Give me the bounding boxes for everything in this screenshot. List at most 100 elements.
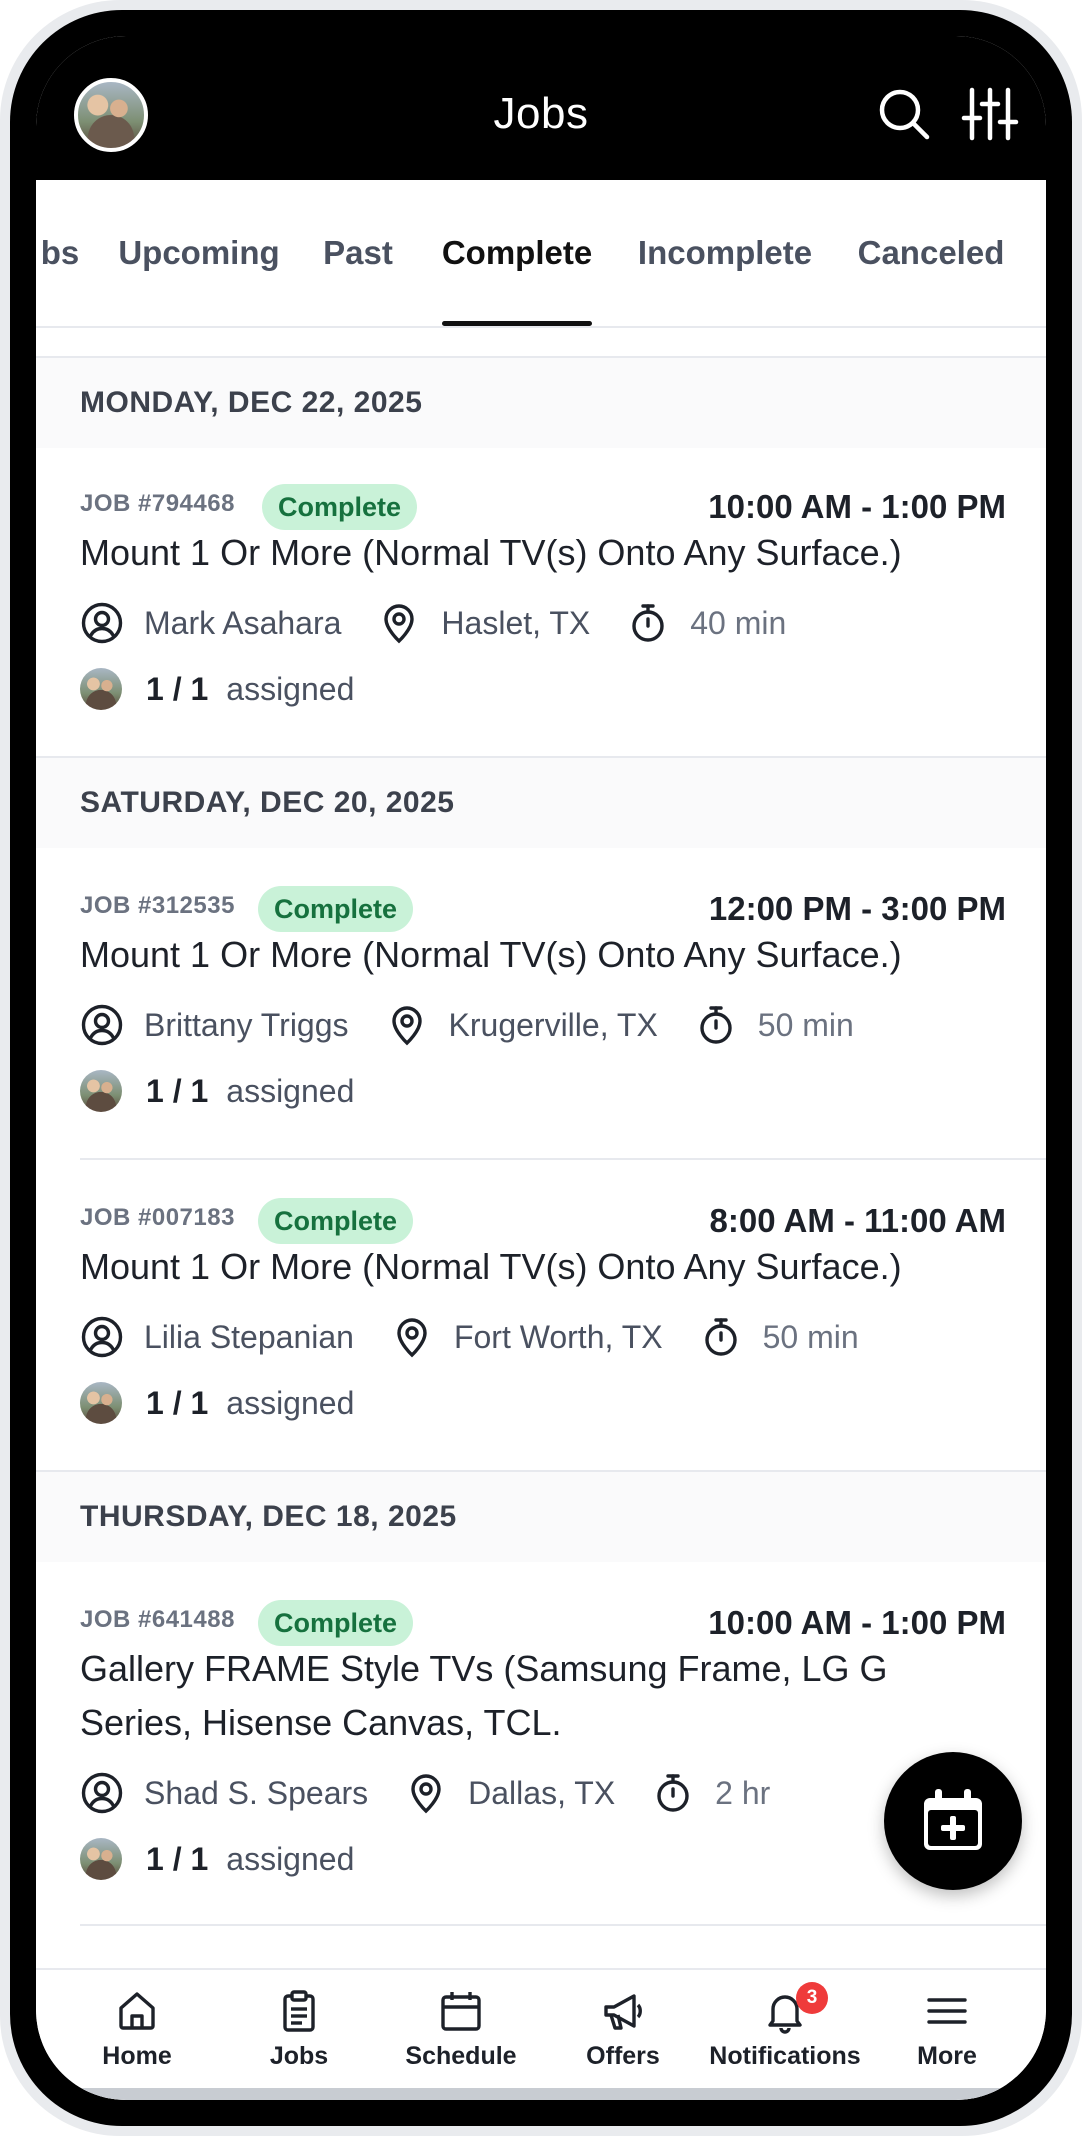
job-duration: 40 min	[690, 604, 787, 641]
tab-complete[interactable]: Complete	[442, 180, 592, 326]
menu-icon	[927, 1998, 967, 2024]
nav-schedule[interactable]: Schedule	[380, 1988, 542, 2088]
job-time: 10:00 AM - 1:00 PM	[708, 488, 1006, 525]
job-location: Krugerville, TX	[448, 1006, 658, 1043]
nav-offers[interactable]: Offers	[542, 1988, 704, 2088]
assigned-label: assigned	[226, 670, 355, 707]
divider	[80, 1924, 1046, 1926]
customer-name: Brittany Triggs	[144, 1006, 349, 1043]
user-circle-icon	[81, 602, 123, 644]
job-time: 12:00 PM - 3:00 PM	[708, 890, 1006, 927]
assignee-avatar	[80, 668, 122, 710]
job-time: 8:00 AM - 11:00 AM	[709, 1202, 1006, 1239]
job-location: Fort Worth, TX	[453, 1318, 663, 1355]
date-header: THURSDAY, DEC 18, 2025	[36, 1472, 1046, 1562]
date-header: SATURDAY, DEC 20, 2025	[36, 758, 1046, 848]
job-location: Dallas, TX	[468, 1774, 616, 1811]
assigned-count: 1 / 1	[146, 670, 209, 707]
tab-past[interactable]: Past	[323, 180, 393, 326]
assigned-row: 1 / 1 assigned	[80, 1378, 354, 1428]
assignee-avatar	[80, 1070, 122, 1112]
nav-label: Offers	[586, 2042, 660, 2070]
assigned-count: 1 / 1	[146, 1840, 209, 1877]
job-title: Mount 1 Or More (Normal TV(s) Onto Any S…	[80, 1246, 902, 1287]
location-pin-icon	[411, 1774, 441, 1814]
nav-jobs[interactable]: Jobs	[218, 1988, 380, 2088]
bottom-nav: Home Jobs Schedule Offers 3 Notification…	[36, 1968, 1046, 2100]
status-tabs: bs Upcoming Past Complete Incomplete Can…	[36, 180, 1046, 328]
status-badge: Complete	[258, 1198, 414, 1244]
date-header: MONDAY, DEC 22, 2025	[36, 358, 1046, 448]
assigned-count: 1 / 1	[146, 1072, 209, 1109]
status-badge: Complete	[258, 886, 414, 932]
app-screen: Jobs bs Upcoming Past Complete Incomplet…	[36, 36, 1046, 2100]
job-meta: Brittany Triggs Krugerville, TX 50 min	[80, 1000, 890, 1050]
job-meta: Shad S. Spears Dallas, TX 2 hr	[80, 1768, 806, 1818]
customer-name: Mark Asahara	[144, 604, 342, 641]
location-pin-icon	[391, 1006, 422, 1046]
job-title-line: Series, Hisense Canvas, TCL.	[80, 1702, 562, 1743]
sliders-icon[interactable]	[960, 84, 1020, 144]
megaphone-icon	[604, 1994, 642, 2030]
tab-incomplete[interactable]: Incomplete	[638, 180, 812, 326]
job-title: Gallery FRAME Style TVs (Samsung Frame, …	[80, 1642, 980, 1750]
job-card[interactable]: JOB #794468 Complete 10:00 AM - 1:00 PM …	[36, 448, 1046, 728]
customer-name: Lilia Stepanian	[144, 1318, 354, 1355]
calendar-plus-icon	[924, 1789, 982, 1850]
job-card[interactable]: JOB #312535 Complete 12:00 PM - 3:00 PM …	[36, 848, 1046, 1128]
customer-name: Shad S. Spears	[144, 1774, 369, 1811]
assigned-count: 1 / 1	[146, 1384, 209, 1421]
user-circle-icon	[81, 1772, 123, 1814]
user-circle-icon	[81, 1316, 123, 1358]
job-number: JOB #794468	[80, 490, 235, 517]
job-title-line: Gallery FRAME Style TVs (Samsung Frame, …	[80, 1648, 888, 1689]
assigned-label: assigned	[226, 1384, 355, 1421]
job-number: JOB #312535	[80, 892, 235, 919]
search-icon[interactable]	[874, 84, 934, 144]
job-title: Mount 1 Or More (Normal TV(s) Onto Any S…	[80, 934, 902, 975]
clipboard-icon	[283, 1990, 315, 2032]
nav-label: More	[917, 2042, 977, 2070]
job-number: JOB #641488	[80, 1606, 235, 1633]
job-duration: 50 min	[762, 1318, 859, 1355]
assigned-label: assigned	[226, 1840, 355, 1877]
job-number: JOB #007183	[80, 1204, 235, 1231]
stopwatch-icon	[632, 604, 664, 642]
assignee-avatar	[80, 1838, 122, 1880]
tab-upcoming[interactable]: Upcoming	[118, 180, 279, 326]
nav-label: Home	[102, 2042, 172, 2070]
nav-more[interactable]: More	[866, 1988, 1028, 2088]
home-indicator	[36, 2088, 1046, 2100]
add-job-button[interactable]	[884, 1752, 1022, 1890]
stopwatch-icon	[704, 1318, 737, 1356]
job-list: MONDAY, DEC 22, 2025 JOB #794468 Complet…	[36, 328, 1046, 1968]
notification-count-badge: 3	[796, 1982, 828, 2014]
nav-label: Jobs	[269, 2042, 329, 2070]
tab-canceled[interactable]: Canceled	[856, 180, 1006, 326]
status-badge: Complete	[258, 1600, 414, 1646]
app-header: Jobs	[36, 36, 1046, 180]
job-duration: 2 hr	[715, 1774, 771, 1811]
tab-jobs[interactable]: bs	[36, 180, 88, 326]
nav-notifications[interactable]: 3 Notifications	[704, 1982, 866, 2088]
nav-label: Schedule	[405, 2042, 517, 2070]
job-time: 10:00 AM - 1:00 PM	[708, 1604, 1006, 1641]
assigned-label: assigned	[226, 1072, 355, 1109]
assignee-avatar	[80, 1382, 122, 1424]
assigned-row: 1 / 1 assigned	[80, 1066, 354, 1116]
stopwatch-icon	[700, 1006, 732, 1044]
job-card[interactable]: JOB #007183 Complete 8:00 AM - 11:00 AM …	[36, 1160, 1046, 1440]
location-pin-icon	[397, 1318, 427, 1358]
assigned-row: 1 / 1 assigned	[80, 1834, 354, 1884]
home-icon	[119, 1992, 155, 2030]
status-badge: Complete	[262, 484, 418, 530]
job-title: Mount 1 Or More (Normal TV(s) Onto Any S…	[80, 532, 902, 573]
user-circle-icon	[81, 1004, 123, 1046]
stopwatch-icon	[657, 1774, 689, 1812]
job-location: Haslet, TX	[441, 604, 591, 641]
location-pin-icon	[384, 604, 415, 644]
nav-label: Notifications	[709, 2042, 861, 2070]
assigned-row: 1 / 1 assigned	[80, 664, 354, 714]
job-duration: 50 min	[757, 1006, 854, 1043]
nav-home[interactable]: Home	[56, 1988, 218, 2088]
